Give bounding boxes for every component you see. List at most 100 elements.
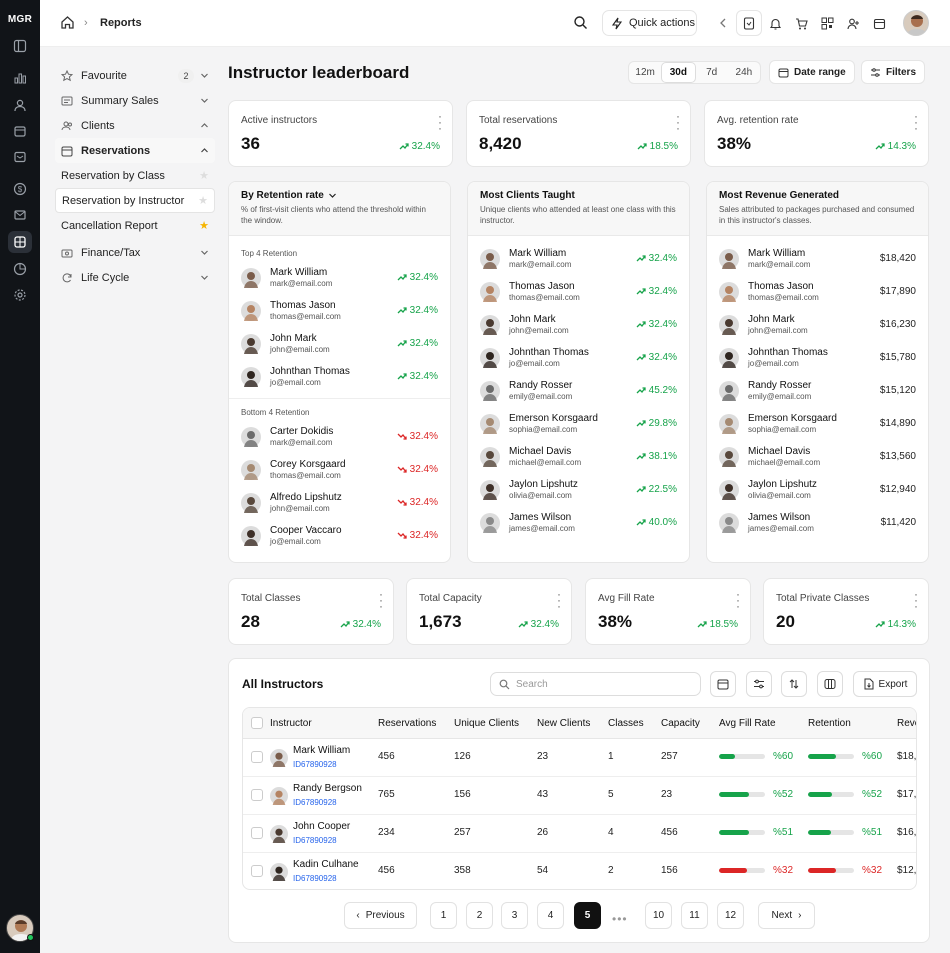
calculator-icon[interactable] [736,10,762,36]
list-item[interactable]: Carter Dokidis mark@email.com 32.4% [229,420,450,453]
list-item[interactable]: Johnthan Thomas jo@email.com $15,780 [707,341,928,374]
list-item[interactable]: Emerson Korsgaard sophia@email.com $14,890 [707,407,928,440]
sidebar-subitem-reservation-by-class[interactable]: Reservation by Class ★ [55,163,215,188]
calendar-icon[interactable] [8,120,32,142]
sidebar-item-life-cycle[interactable]: Life Cycle [55,265,215,290]
qr-code-icon[interactable] [814,10,840,36]
page-button[interactable]: 10 [645,902,672,929]
chart-icon[interactable] [8,67,32,89]
list-item[interactable]: Randy Rosser emily@email.com $15,120 [707,374,928,407]
instructor-id-link[interactable]: ID67890928 [293,798,337,807]
instructor-id-link[interactable]: ID67890928 [293,836,337,845]
col-reservations[interactable]: Reservations [378,718,436,729]
table-row[interactable]: Kadin Culhane ID67890928 456 358 54 2 156 %32 %3… [243,853,916,889]
pie-chart-icon[interactable] [8,258,32,280]
col-retention[interactable]: Retention [808,718,851,729]
user-avatar[interactable] [903,10,929,36]
list-item[interactable]: Jaylon Lipshutz olivia@email.com 22.5% [468,473,689,506]
page-button[interactable]: 4 [537,902,564,929]
instructor-id-link[interactable]: ID67890928 [293,874,337,883]
list-item[interactable]: Emerson Korsgaard sophia@email.com 29.8% [468,407,689,440]
sidebar-item-reservations[interactable]: Reservations [55,138,215,163]
row-checkbox[interactable] [251,789,263,801]
col-unique-clients[interactable]: Unique Clients [454,718,519,729]
page-button[interactable]: 1 [430,902,457,929]
instructor-id-link[interactable]: ID67890928 [293,760,337,769]
sidebar-subitem-cancellation-report[interactable]: Cancellation Report ★ [55,213,215,238]
calendar-icon[interactable] [710,671,736,697]
chevron-left-icon[interactable] [710,10,736,36]
instructor-name[interactable]: Randy Bergson [293,783,362,794]
search-icon[interactable] [573,15,588,30]
add-user-icon[interactable] [840,10,866,36]
sort-icon[interactable] [781,671,807,697]
row-checkbox[interactable] [251,865,263,877]
list-item[interactable]: John Mark john@email.com 32.4% [468,308,689,341]
page-button[interactable]: 5 [574,902,601,929]
list-item[interactable]: Jaylon Lipshutz olivia@email.com $12,940 [707,473,928,506]
sidebar-item-favourite[interactable]: Favourite 2 [55,63,215,88]
list-item[interactable]: Johnthan Thomas jo@email.com 32.4% [468,341,689,374]
row-checkbox[interactable] [251,827,263,839]
list-item[interactable]: Michael Davis michael@email.com 38.1% [468,440,689,473]
reports-grid-icon[interactable] [8,231,32,253]
bell-icon[interactable] [762,10,788,36]
list-item[interactable]: Thomas Jason thomas@email.com 32.4% [229,294,450,327]
star-icon[interactable]: ★ [199,169,209,182]
inbox-icon[interactable] [8,146,32,168]
range-30d[interactable]: 30d [661,62,696,83]
more-vertical-icon[interactable]: · · · [914,110,918,134]
star-icon[interactable]: ★ [198,194,208,207]
instructor-name[interactable]: Kadin Culhane [293,859,359,870]
columns-icon[interactable] [817,671,843,697]
page-button[interactable]: 12 [717,902,744,929]
list-item[interactable]: Randy Rosser emily@email.com 45.2% [468,374,689,407]
select-all-checkbox[interactable] [251,717,263,729]
instructor-name[interactable]: John Cooper [293,821,350,832]
table-row[interactable]: Randy Bergson ID67890928 765 156 43 5 23 %52 %52… [243,777,916,815]
retention-dropdown[interactable]: By Retention rate [241,190,438,201]
instructor-name[interactable]: Mark William [293,745,350,756]
page-button[interactable]: 3 [501,902,528,929]
col-capacity[interactable]: Capacity [661,718,700,729]
sidebar-item-clients[interactable]: Clients [55,113,215,138]
more-vertical-icon[interactable]: · · · [557,588,561,612]
filters-button[interactable]: Filters [861,60,926,84]
list-item[interactable]: Mark William mark@email.com $18,420 [707,242,928,275]
range-7d[interactable]: 7d [696,62,728,83]
dollar-icon[interactable]: $ [8,178,32,200]
export-button[interactable]: Export [853,671,917,697]
previous-page-button[interactable]: ‹ Previous [344,902,417,929]
more-vertical-icon[interactable]: · · · [676,110,680,134]
more-vertical-icon[interactable]: · · · [914,588,918,612]
list-item[interactable]: Cooper Vaccaro jo@email.com 32.4% [229,519,450,552]
home-icon[interactable] [60,15,75,30]
col-instructor[interactable]: Instructor [270,718,312,729]
sidebar-item-finance-tax[interactable]: Finance/Tax [55,240,215,265]
filter-icon[interactable] [746,671,772,697]
list-item[interactable]: Corey Korsgaard thomas@email.com 32.4% [229,453,450,486]
quick-actions-button[interactable]: Quick actions [602,10,697,36]
list-item[interactable]: Michael Davis michael@email.com $13,560 [707,440,928,473]
list-item[interactable]: Johnthan Thomas jo@email.com 32.4% [229,360,450,393]
list-item[interactable]: Thomas Jason thomas@email.com $17,890 [707,275,928,308]
list-item[interactable]: James Wilson james@email.com 40.0% [468,506,689,539]
table-row[interactable]: John Cooper ID67890928 234 257 26 4 456 %51 %51 $… [243,815,916,853]
row-checkbox[interactable] [251,751,263,763]
col-classes[interactable]: Classes [608,718,644,729]
star-filled-icon[interactable]: ★ [199,219,209,232]
list-item[interactable]: John Mark john@email.com $16,230 [707,308,928,341]
list-item[interactable]: Alfredo Lipshutz john@email.com 32.4% [229,486,450,519]
list-item[interactable]: Mark William mark@email.com 32.4% [229,261,450,294]
settings-icon[interactable] [8,284,32,306]
search-input[interactable]: Search [490,672,701,696]
cart-icon[interactable] [788,10,814,36]
list-item[interactable]: John Mark john@email.com 32.4% [229,327,450,360]
next-page-button[interactable]: Next › [758,902,815,929]
more-vertical-icon[interactable]: · · · [736,588,740,612]
date-range-button[interactable]: Date range [769,60,855,84]
more-vertical-icon[interactable]: · · · [379,588,383,612]
breadcrumb[interactable]: Reports [100,17,142,29]
user-icon[interactable] [8,94,32,116]
page-button[interactable]: 2 [466,902,493,929]
